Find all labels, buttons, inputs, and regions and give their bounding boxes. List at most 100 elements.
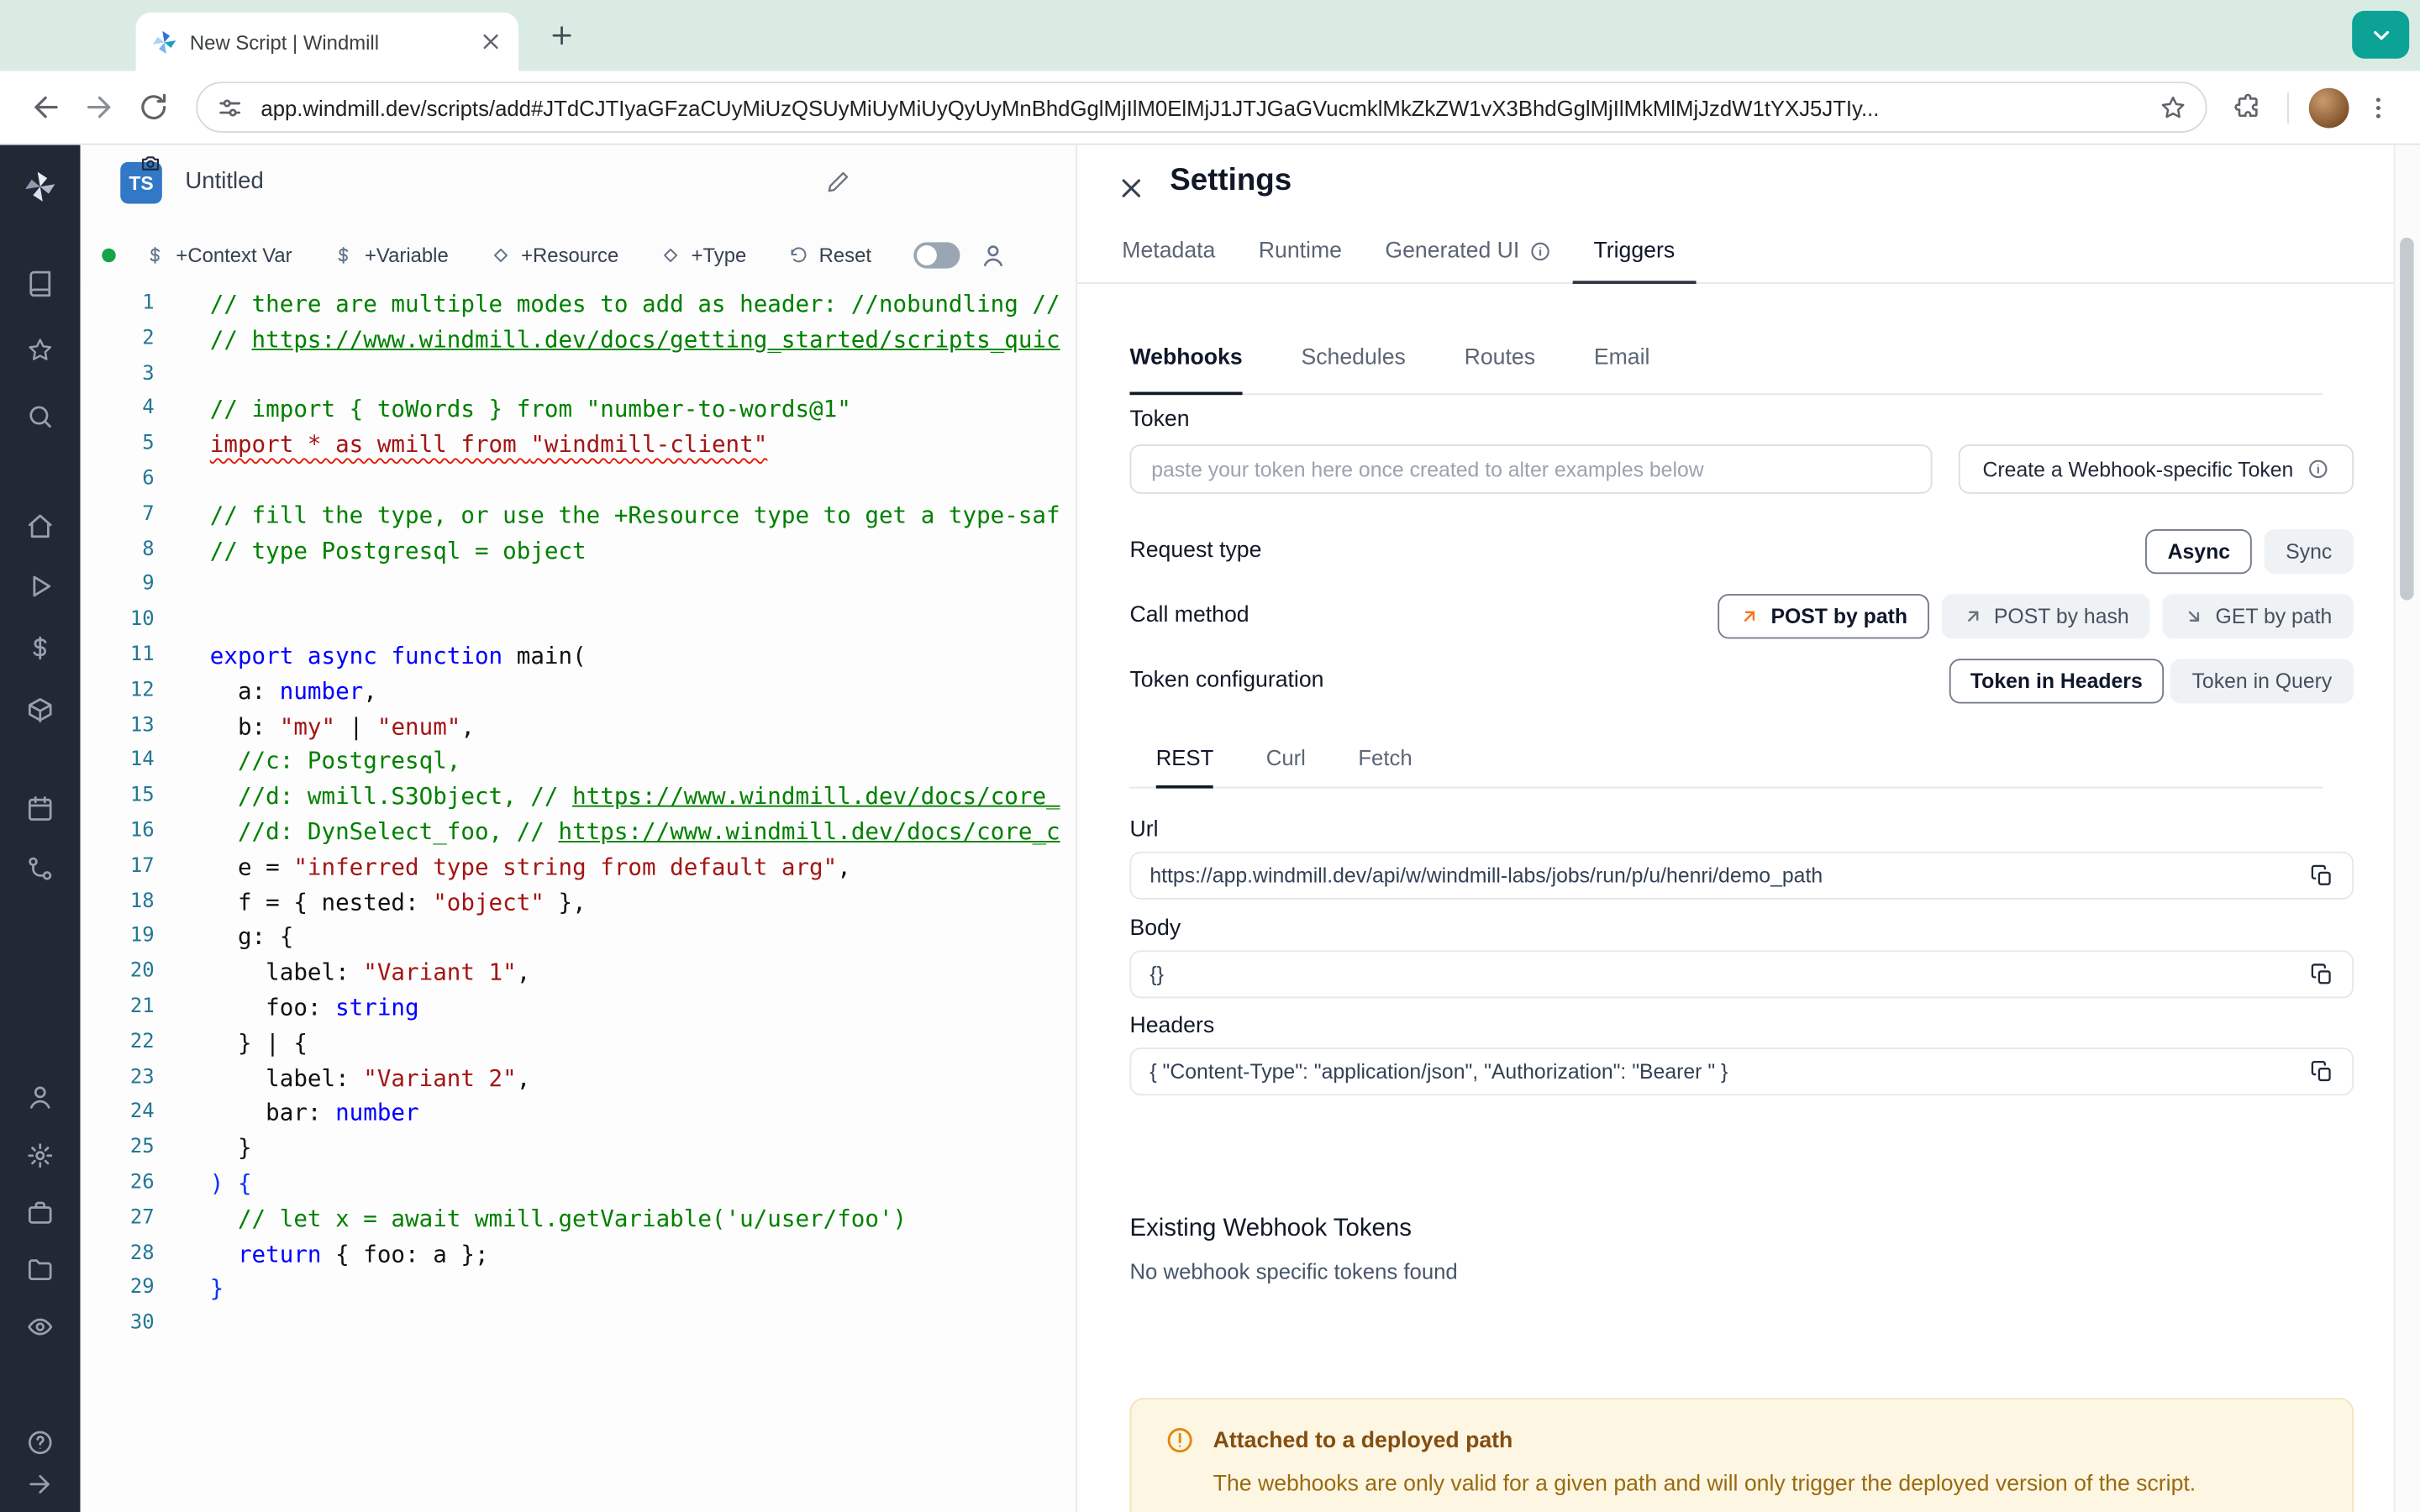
app-window: TS Untitled +Context Var +Variable +Reso… [0,144,2420,1512]
existing-tokens-empty: No webhook specific tokens found [1129,1258,1458,1284]
sidebar-item-runs[interactable] [26,572,54,600]
url-text[interactable]: app.windmill.dev/scripts/add#JTdCJTIyaGF… [260,95,2142,119]
windmill-logo[interactable] [24,170,57,203]
sidebar-item-flows[interactable] [26,855,54,883]
post-by-path-button[interactable]: POST by path [1718,593,1929,638]
get-by-path-label: GET by path [2215,604,2333,627]
tab-email[interactable]: Email [1594,323,1650,395]
tab-routes[interactable]: Routes [1465,323,1535,395]
sidebar-item-favorites[interactable] [26,336,54,364]
webhook-headers-field[interactable]: { "Content-Type": "application/json", "A… [1129,1047,2354,1096]
new-tab-button[interactable] [544,17,581,54]
sidebar-item-resources[interactable] [26,696,54,723]
url-label: Url [1129,817,1159,843]
create-token-button[interactable]: Create a Webhook-specific Token [1958,444,2354,494]
editor-header: TS Untitled [81,145,1076,224]
info-icon [2307,459,2329,480]
sidebar-item-settings[interactable] [26,1142,54,1169]
add-type-button[interactable]: +Type [660,244,746,267]
token-input[interactable] [1129,444,1933,494]
webhook-body-field[interactable]: {} [1129,950,2354,999]
back-button[interactable] [29,91,62,123]
search-icon[interactable] [26,402,54,430]
browser-dropdown-button[interactable] [2352,10,2410,59]
post-by-hash-button[interactable]: POST by hash [1941,593,2151,638]
webhook-url-value: https://app.windmill.dev/api/w/windmill-… [1150,864,1823,888]
script-title[interactable]: Untitled [185,168,263,194]
tab-curl[interactable]: Curl [1266,728,1306,789]
arrow-down-right-icon [2185,606,2205,626]
extensions-icon[interactable] [2233,92,2263,122]
copy-icon[interactable] [2311,1060,2334,1084]
existing-tokens-title: Existing Webhook Tokens [1129,1215,1412,1242]
warning-title: Attached to a deployed path [1213,1427,1513,1453]
reset-icon [788,245,808,265]
profile-avatar[interactable] [2308,87,2349,128]
sidebar-item-variables[interactable] [26,634,54,662]
tab-runtime[interactable]: Runtime [1237,222,1364,283]
browser-chrome: New Script | Windmill app.windmill.dev/s… [0,0,2420,145]
tab-triggers[interactable]: Triggers [1571,222,1697,284]
tab-generated-ui[interactable]: Generated UI [1364,222,1572,283]
copy-icon[interactable] [2311,963,2334,986]
panel-scrollbar[interactable] [2393,144,2420,1512]
browser-menu-icon[interactable] [2365,93,2392,121]
tab-schedules[interactable]: Schedules [1301,323,1405,395]
assistant-toggle[interactable] [913,242,960,269]
arrow-up-right-icon [1963,606,1983,626]
bookmark-star-icon[interactable] [2160,93,2187,121]
tab-strip: New Script | Windmill [0,0,2420,71]
sidebar-item-docs[interactable] [26,270,54,297]
status-dot [102,248,116,263]
windmill-favicon [151,29,177,55]
tab-metadata[interactable]: Metadata [1101,222,1237,283]
copy-icon[interactable] [2311,864,2334,888]
sync-button[interactable]: Sync [2264,528,2354,574]
async-button[interactable]: Async [2145,528,2252,574]
toggle-knob [916,245,937,265]
expand-sidebar-icon[interactable] [26,1470,54,1498]
post-by-path-label: POST by path [1770,604,1908,627]
add-context-var-button[interactable]: +Context Var [145,244,292,267]
reset-label: Reset [818,244,872,267]
sidebar-item-workspace[interactable] [26,1199,54,1226]
token-in-headers-button[interactable]: Token in Headers [1949,658,2165,703]
headers-label: Headers [1129,1013,1215,1039]
forward-button[interactable] [83,91,116,123]
dollar-icon [334,245,354,265]
plus-icon [548,22,576,50]
sidebar-item-account[interactable] [26,1083,54,1110]
webhook-url-field[interactable]: https://app.windmill.dev/api/w/windmill-… [1129,851,2354,900]
sidebar-item-schedules[interactable] [26,795,54,822]
edit-title-icon[interactable] [827,170,850,193]
call-method-row: Call method POST by path POST by hash GE… [1129,592,2354,638]
scrollbar-thumb[interactable] [2400,237,2414,601]
address-bar[interactable]: app.windmill.dev/scripts/add#JTdCJTIyaGF… [196,81,2207,133]
warning-icon [1165,1425,1195,1455]
reload-button[interactable] [137,91,170,123]
browser-tab[interactable]: New Script | Windmill [135,12,519,71]
get-by-path-button[interactable]: GET by path [2163,593,2354,638]
body-label: Body [1129,916,1181,942]
site-settings-icon[interactable] [216,93,244,121]
code-area[interactable]: 1// there are multiple modes to add as h… [80,286,1076,1512]
tab-close-icon[interactable] [478,29,502,54]
add-variable-button[interactable]: +Variable [334,244,449,267]
close-icon[interactable] [1116,173,1147,204]
sidebar-item-home[interactable] [26,512,54,540]
warning-text: The webhooks are only valid for a given … [1213,1472,2196,1497]
reset-button[interactable]: Reset [788,244,871,267]
add-resource-button[interactable]: +Resource [490,244,618,267]
tab-fetch[interactable]: Fetch [1358,728,1412,789]
sidebar-item-folders[interactable] [26,1256,54,1284]
token-in-query-button[interactable]: Token in Query [2170,658,2354,703]
tab-rest[interactable]: REST [1155,728,1214,789]
tab-webhooks[interactable]: Webhooks [1129,323,1243,396]
request-type-label: Request type [1129,538,1262,564]
toolbar-divider [2287,92,2289,123]
sidebar-item-audit[interactable] [26,1313,54,1341]
post-by-hash-label: POST by hash [1993,604,2129,627]
help-icon[interactable] [26,1429,54,1457]
add-type-label: +Type [691,244,747,267]
trigger-tabs: Webhooks Schedules Routes Email [1129,323,2323,396]
